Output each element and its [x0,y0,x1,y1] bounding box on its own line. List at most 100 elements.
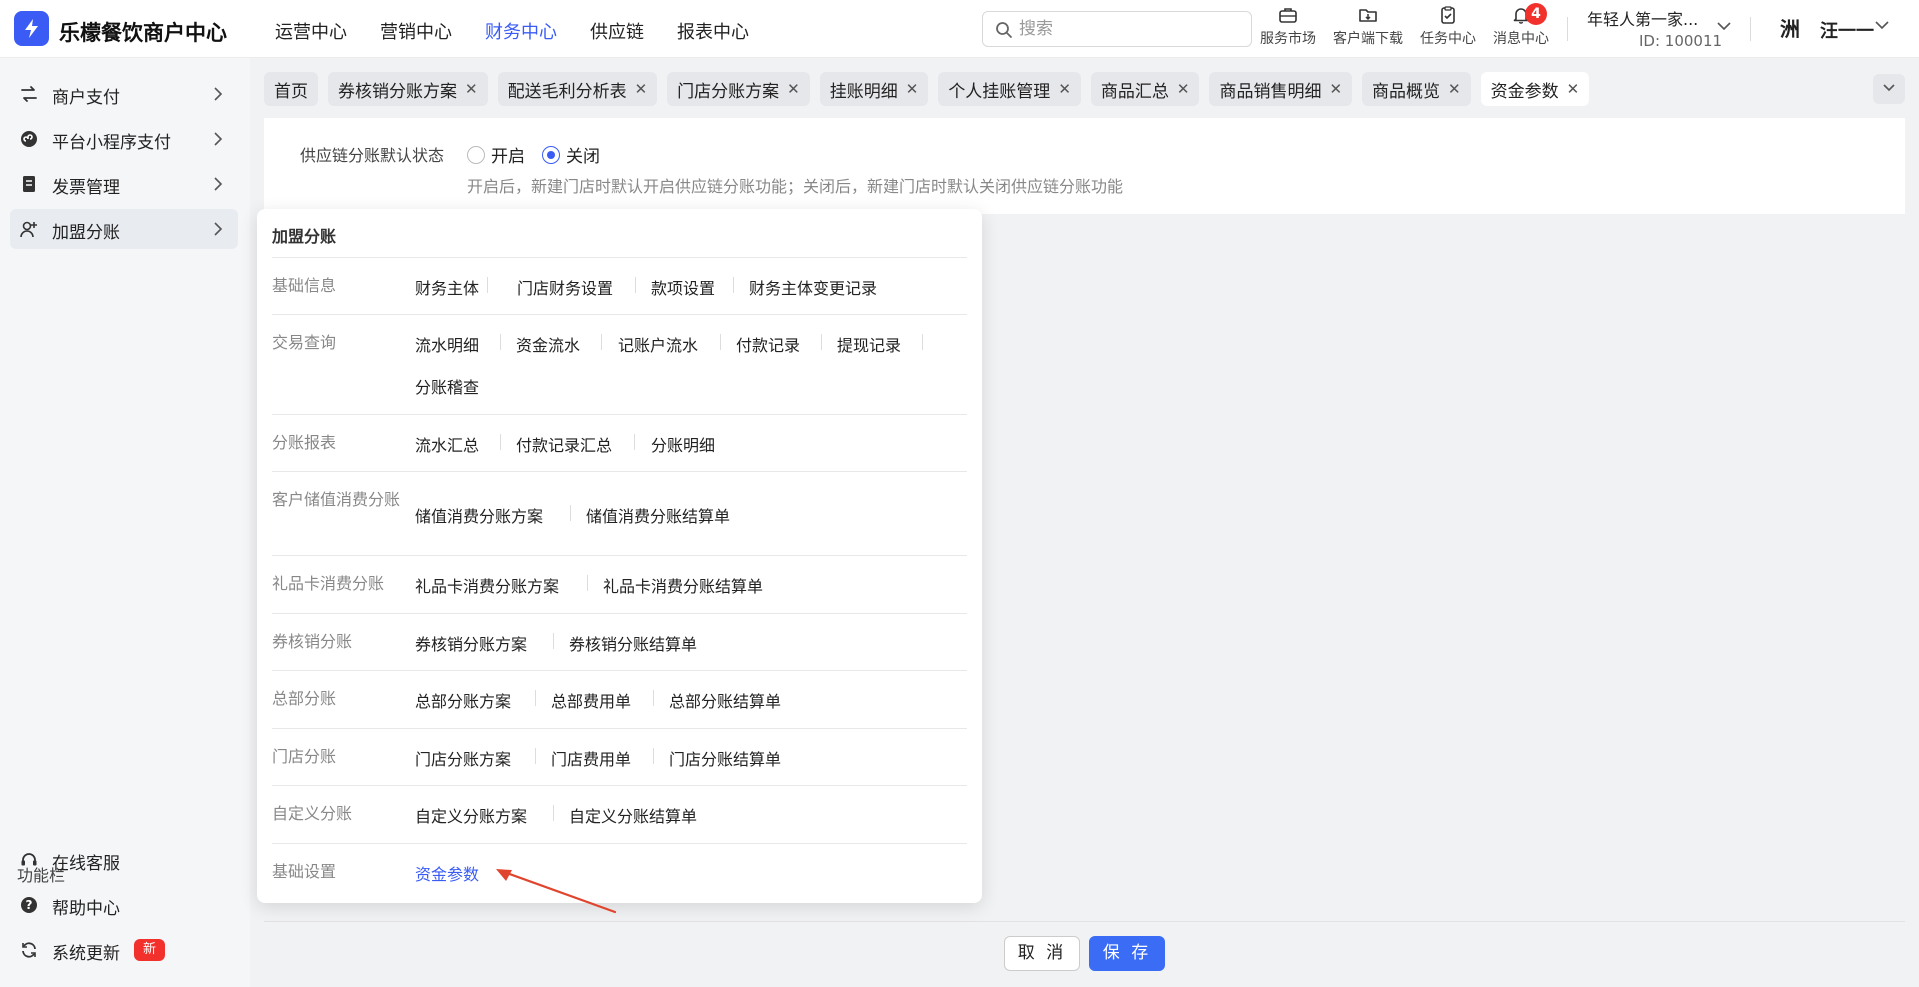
topnav-operations[interactable]: 运营中心 [275,18,347,44]
message-center-button[interactable]: 消息中心 4 [1483,3,1559,52]
tab-product-summary[interactable]: 商品汇总 ✕ [1090,72,1200,106]
sidebar-item-invoice-management[interactable]: 发票管理 [10,164,238,204]
tab-fund-params[interactable]: 资金参数 ✕ [1480,72,1590,106]
topnav-marketing[interactable]: 营销中心 [380,18,452,44]
radio-enable[interactable]: 开启 [467,142,525,167]
close-icon[interactable]: ✕ [1567,81,1580,97]
menu-link-entity-change-log[interactable]: 财务主体变更记录 [749,275,877,299]
account-switcher[interactable]: 年轻人第一家... ID: 100011 [1587,6,1737,50]
menu-link-withdrawal-records[interactable]: 提现记录 [837,332,901,356]
menu-link-flow-summary[interactable]: 流水汇总 [415,432,479,456]
link-separator [720,334,721,350]
close-icon[interactable]: ✕ [1058,81,1071,97]
menu-link-hq-statement[interactable]: 总部分账结算单 [669,688,781,712]
sidebar-item-online-service[interactable]: 在线客服 [10,840,238,880]
message-center-label: 消息中心 [1493,31,1549,47]
tab-delivery-margin[interactable]: 配送毛利分析表 ✕ [497,72,658,106]
sidebar-item-label: 商户支付 [52,88,120,108]
sidebar-item-label: 平台小程序支付 [52,133,171,153]
sidebar-item-system-update[interactable]: 系统更新 新 [10,930,238,970]
menu-link-custom-statement[interactable]: 自定义分账结算单 [569,803,697,827]
close-icon[interactable]: ✕ [787,81,800,97]
headset-icon [21,853,37,866]
menu-category: 总部分账 [272,689,337,708]
service-market-button[interactable]: 服务市场 [1250,6,1326,52]
topnav-supply-chain[interactable]: 供应链 [590,18,644,44]
topnav-reports[interactable]: 报表中心 [677,18,749,44]
menu-link-fund-params[interactable]: 资金参数 [415,861,479,885]
setting-hint: 开启后，新建门店时默认开启供应链分账功能；关闭后，新建门店时默认关闭供应链分账功… [467,177,1124,196]
task-center-label: 任务中心 [1420,31,1476,47]
tab-home[interactable]: 首页 [264,72,318,106]
tab-credit-detail[interactable]: 挂账明细 ✕ [819,72,929,106]
menu-link-finance-entity[interactable]: 财务主体 [415,275,479,299]
close-icon[interactable]: ✕ [465,81,478,97]
search-box[interactable] [982,11,1252,47]
link-separator [922,334,923,350]
close-icon[interactable]: ✕ [635,81,648,97]
sidebar: 商户支付 平台小程序支付 发票管理 加盟分账 功能栏 在线客服 ? 帮助中心 系… [0,58,250,987]
sidebar-item-mini-program-payment[interactable]: 平台小程序支付 [10,119,238,159]
menu-link-fund-flow[interactable]: 资金流水 [516,332,580,356]
menu-link-payment-summary[interactable]: 付款记录汇总 [516,432,612,456]
sidebar-item-franchise-split[interactable]: 加盟分账 [10,209,238,249]
sidebar-item-merchant-payment[interactable]: 商户支付 [10,74,238,114]
menu-link-hq-plan[interactable]: 总部分账方案 [415,688,511,712]
menu-link-payment-item-settings[interactable]: 款项设置 [651,275,715,299]
tab-label: 门店分账方案 [677,81,780,102]
cancel-button[interactable]: 取 消 [1004,936,1080,971]
radio-disable[interactable]: 关闭 [542,142,600,167]
tab-personal-credit[interactable]: 个人挂账管理 ✕ [938,72,1081,106]
close-icon[interactable]: ✕ [1177,81,1190,97]
menu-category: 基础设置 [272,862,337,881]
menu-link-split-audit[interactable]: 分账稽查 [415,374,479,398]
close-icon[interactable]: ✕ [1329,81,1342,97]
menu-category: 客户储值消费分账 [272,490,401,509]
avatar[interactable]: 洲 [1775,14,1805,44]
close-icon[interactable]: ✕ [1448,81,1461,97]
menu-link-payment-records[interactable]: 付款记录 [736,332,800,356]
sidebar-item-help-center[interactable]: ? 帮助中心 [10,885,238,925]
chevron-down-icon[interactable] [1875,21,1889,30]
tabs-more-button[interactable] [1873,74,1905,104]
top-navigation: 运营中心 营销中心 财务中心 供应链 报表中心 [275,18,782,44]
menu-link-hq-expense[interactable]: 总部费用单 [551,688,631,712]
menu-link-coupon-statement[interactable]: 券核销分账结算单 [569,631,697,655]
menu-link-gift-card-statement[interactable]: 礼品卡消费分账结算单 [603,573,763,597]
menu-link-store-plan[interactable]: 门店分账方案 [415,746,511,770]
menu-link-stored-value-statement[interactable]: 储值消费分账结算单 [586,503,730,527]
close-icon[interactable]: ✕ [906,81,919,97]
menu-link-split-detail[interactable]: 分账明细 [651,432,715,456]
menu-link-gift-card-plan[interactable]: 礼品卡消费分账方案 [415,573,559,597]
menu-link-store-finance-settings[interactable]: 门店财务设置 [517,275,613,299]
chevron-right-icon [214,177,223,191]
new-badge: 新 [134,939,166,961]
search-input[interactable] [1019,17,1239,41]
save-button[interactable]: 保 存 [1089,936,1165,971]
link-separator [635,277,636,293]
tab-coupon-split-plan[interactable]: 券核销分账方案 ✕ [328,72,488,106]
page-tabs: 首页 券核销分账方案 ✕ 配送毛利分析表 ✕ 门店分账方案 ✕ 挂账明细 ✕ 个人挂账管… [264,72,1599,106]
menu-link-store-statement[interactable]: 门店分账结算单 [669,746,781,770]
tab-product-sales-detail[interactable]: 商品销售明细 ✕ [1209,72,1353,106]
menu-link-store-expense[interactable]: 门店费用单 [551,746,631,770]
menu-link-custom-plan[interactable]: 自定义分账方案 [415,803,527,827]
menu-link-stored-value-plan[interactable]: 储值消费分账方案 [415,503,543,527]
client-download-button[interactable]: 客户端下载 [1330,6,1406,52]
link-separator [634,434,635,450]
link-separator [500,434,501,450]
task-center-button[interactable]: 任务中心 [1410,6,1486,52]
tab-product-overview[interactable]: 商品概览 ✕ [1362,72,1471,106]
brand-logo-icon[interactable] [14,11,49,46]
tab-label: 商品销售明细 [1219,81,1322,102]
chevron-right-icon [214,87,223,101]
menu-category: 分账报表 [272,433,337,452]
footer-divider [264,921,1905,922]
topnav-finance[interactable]: 财务中心 [485,18,557,44]
menu-link-coupon-plan[interactable]: 券核销分账方案 [415,631,527,655]
user-name[interactable]: 汪一一 [1820,17,1874,43]
menu-link-account-flow[interactable]: 记账户流水 [618,332,698,356]
supply-chain-split-label: 供应链分账默认状态 [300,146,445,165]
menu-link-flow-detail[interactable]: 流水明细 [415,332,479,356]
tab-store-split-plan[interactable]: 门店分账方案 ✕ [667,72,810,106]
